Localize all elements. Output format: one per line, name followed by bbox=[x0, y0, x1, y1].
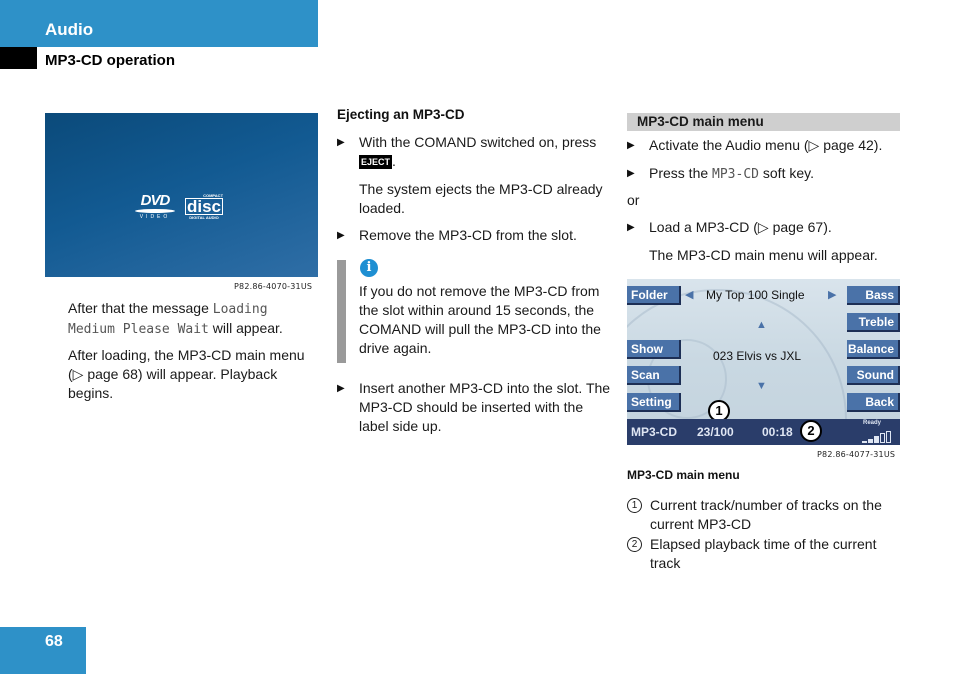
page-number-band bbox=[0, 627, 86, 674]
section-title: Audio bbox=[45, 20, 94, 39]
after-loading-paragraph: After loading, the MP3-CD main menu (▷ p… bbox=[68, 347, 305, 401]
softkey-back[interactable]: Back bbox=[847, 393, 900, 412]
softkey-treble[interactable]: Treble bbox=[847, 313, 900, 332]
legend-number: 1 bbox=[627, 498, 642, 513]
menu-step-1: Activate the Audio menu (▷ page 42). bbox=[627, 136, 902, 155]
screen-figure-code: P82.86-4077-31US bbox=[817, 450, 896, 459]
status-bar: MP3-CD 23/100 00:18 Ready bbox=[627, 419, 900, 445]
info-icon: i bbox=[360, 259, 378, 277]
compact-disc-logo: COMPACT disc DIGITAL AUDIO bbox=[185, 193, 224, 220]
folder-name: My Top 100 Single bbox=[706, 288, 805, 302]
screen-caption: MP3-CD main menu bbox=[627, 468, 740, 482]
info-note-text: If you do not remove the MP3-CD from the… bbox=[359, 283, 601, 356]
callout-2: 2 bbox=[800, 420, 822, 442]
status-ready: Ready bbox=[863, 420, 882, 426]
loading-message-paragraph: After that the message Loading Medium Pl… bbox=[68, 300, 283, 337]
softkey-show[interactable]: Show bbox=[627, 340, 681, 359]
softkey-sound[interactable]: Sound bbox=[847, 366, 900, 385]
menu-step-3-result: The MP3-CD main menu will appear. bbox=[649, 247, 878, 263]
eject-step-1-result: The system ejects the MP3-CD already loa… bbox=[359, 181, 603, 216]
subsection-title: MP3-CD operation bbox=[45, 52, 176, 69]
legend-item-2: 2 Elapsed playback time of the current t… bbox=[627, 535, 902, 573]
eject-key-icon: EJECT bbox=[359, 155, 393, 170]
or-text: or bbox=[627, 192, 640, 208]
dvd-video-logo: DVD VIDEO bbox=[135, 193, 175, 220]
track-up-icon[interactable]: ▲ bbox=[756, 319, 767, 331]
menu-step-3: Load a MP3-CD (▷ page 67). bbox=[627, 218, 902, 237]
mp3-cd-main-menu-screen: Folder Show Scan Setting Bass Treble Bal… bbox=[627, 279, 900, 445]
softkey-folder[interactable]: Folder bbox=[627, 286, 681, 305]
softkey-setting[interactable]: Setting bbox=[627, 393, 681, 412]
status-track-count: 23/100 bbox=[697, 425, 734, 439]
eject-step-2: Remove the MP3-CD from the slot. bbox=[337, 226, 612, 245]
menu-step-2: Press the MP3-CD soft key. bbox=[627, 164, 902, 184]
track-down-icon[interactable]: ▼ bbox=[756, 380, 767, 392]
figure-code: P82.86-4070-31US bbox=[234, 282, 313, 291]
ejecting-heading: Ejecting an MP3-CD bbox=[337, 107, 465, 122]
page-number: 68 bbox=[45, 633, 63, 650]
info-note-bar bbox=[337, 260, 346, 363]
eject-step-1: With the COMAND switched on, press EJECT… bbox=[337, 133, 612, 171]
signal-strength-icon bbox=[862, 431, 891, 443]
legend-item-1: 1 Current track/number of tracks on the … bbox=[627, 496, 902, 534]
folder-next-icon[interactable]: ▶ bbox=[828, 288, 836, 301]
status-source: MP3-CD bbox=[631, 425, 678, 439]
main-menu-heading: MP3-CD main menu bbox=[627, 113, 900, 131]
legend-number: 2 bbox=[627, 537, 642, 552]
dvd-cd-logo-image: DVD VIDEO COMPACT disc DIGITAL AUDIO bbox=[45, 113, 318, 277]
softkey-scan[interactable]: Scan bbox=[627, 366, 681, 385]
folder-prev-icon[interactable]: ◀ bbox=[685, 288, 693, 301]
status-elapsed-time: 00:18 bbox=[762, 425, 793, 439]
softkey-bass[interactable]: Bass bbox=[847, 286, 900, 305]
subsection-marker bbox=[0, 47, 37, 69]
insert-step: Insert another MP3-CD into the slot. The… bbox=[337, 379, 612, 436]
softkey-balance[interactable]: Balance bbox=[847, 340, 900, 359]
current-track-name: 023 Elvis vs JXL bbox=[713, 349, 802, 363]
